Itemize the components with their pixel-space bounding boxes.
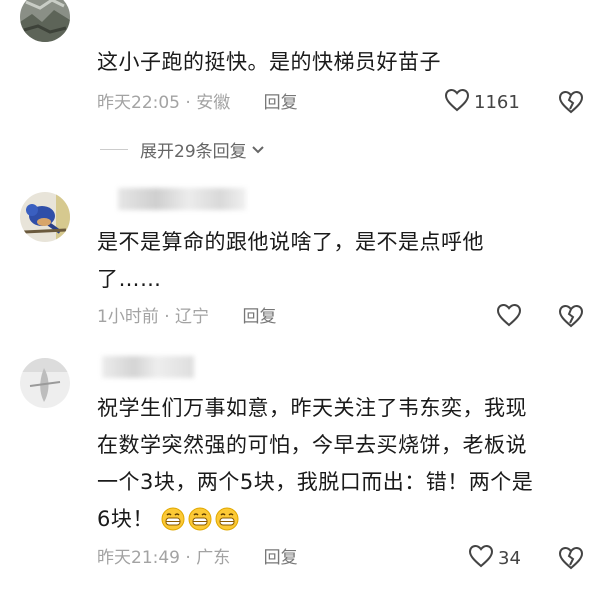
separator: · <box>185 548 191 568</box>
comment-text-line: 祝学生们万事如意，昨天关注了韦东奕，我现 <box>97 396 527 420</box>
expand-replies-label: 展开29条回复 <box>140 142 247 162</box>
comment-text-line: 6块！ <box>97 501 533 538</box>
username-blurred[interactable] <box>118 188 246 210</box>
broken-heart-icon <box>558 90 584 114</box>
comment-text-line: 是不是算命的跟他说啥了，是不是点呼他 <box>97 230 484 254</box>
grin-emoji-icon <box>161 506 185 531</box>
expand-replies-button[interactable]: 展开29条回复 <box>100 137 265 162</box>
dislike-button[interactable] <box>558 546 584 574</box>
avatar[interactable] <box>20 358 70 408</box>
comment-time: 昨天21:49 <box>97 548 180 568</box>
like-count: 34 <box>498 547 521 569</box>
heart-icon <box>468 544 494 572</box>
comment-text: 这小子跑的挺快。是的快梯员好苗子 <box>97 50 441 74</box>
comment-time: 昨天22:05 <box>97 93 180 113</box>
comment-location: 辽宁 <box>175 307 210 327</box>
comment-time: 1小时前 <box>97 307 159 327</box>
separator: · <box>185 93 191 113</box>
comment-text: 祝学生们万事如意，昨天关注了韦东奕，我现 在数学突然强的可怕，今早去买烧饼，老板… <box>97 390 533 538</box>
reply-button[interactable]: 回复 <box>242 307 276 327</box>
comment-text-line: 一个3块，两个5块，我脱口而出：错！两个是 <box>97 470 534 494</box>
comment-meta: 昨天21:49 · 广东 回复 <box>97 546 298 570</box>
like-count: 1161 <box>474 91 520 113</box>
comment-text-line: 了…… <box>97 267 162 291</box>
avatar[interactable] <box>20 192 70 242</box>
comment-meta: 1小时前 · 辽宁 回复 <box>97 305 276 329</box>
grin-emoji-icon <box>215 506 239 531</box>
like-button[interactable]: 1161 <box>444 87 520 117</box>
chevron-down-icon <box>251 140 265 160</box>
divider-line <box>100 149 128 150</box>
comment-location: 广东 <box>196 548 231 568</box>
comment-text-fragment: 6块！ <box>97 507 154 531</box>
heart-icon <box>444 88 470 116</box>
comment-meta: 昨天22:05 · 安徽 回复 <box>97 91 298 115</box>
separator: · <box>164 307 170 327</box>
like-button[interactable] <box>496 302 522 332</box>
comment-location: 安徽 <box>196 93 231 113</box>
avatar[interactable] <box>20 0 70 42</box>
broken-heart-icon <box>558 304 584 328</box>
comment-text-line: 在数学突然强的可怕，今早去买烧饼，老板说 <box>97 433 527 457</box>
username-blurred[interactable] <box>102 356 194 378</box>
reply-button[interactable]: 回复 <box>264 548 298 568</box>
like-button[interactable]: 34 <box>468 543 521 573</box>
dislike-button[interactable] <box>558 90 584 118</box>
comment-text: 是不是算命的跟他说啥了，是不是点呼他 了…… <box>97 224 484 298</box>
dislike-button[interactable] <box>558 304 584 332</box>
heart-icon <box>496 303 522 331</box>
reply-button[interactable]: 回复 <box>264 93 298 113</box>
grin-emoji-icon <box>188 506 212 531</box>
broken-heart-icon <box>558 546 584 570</box>
